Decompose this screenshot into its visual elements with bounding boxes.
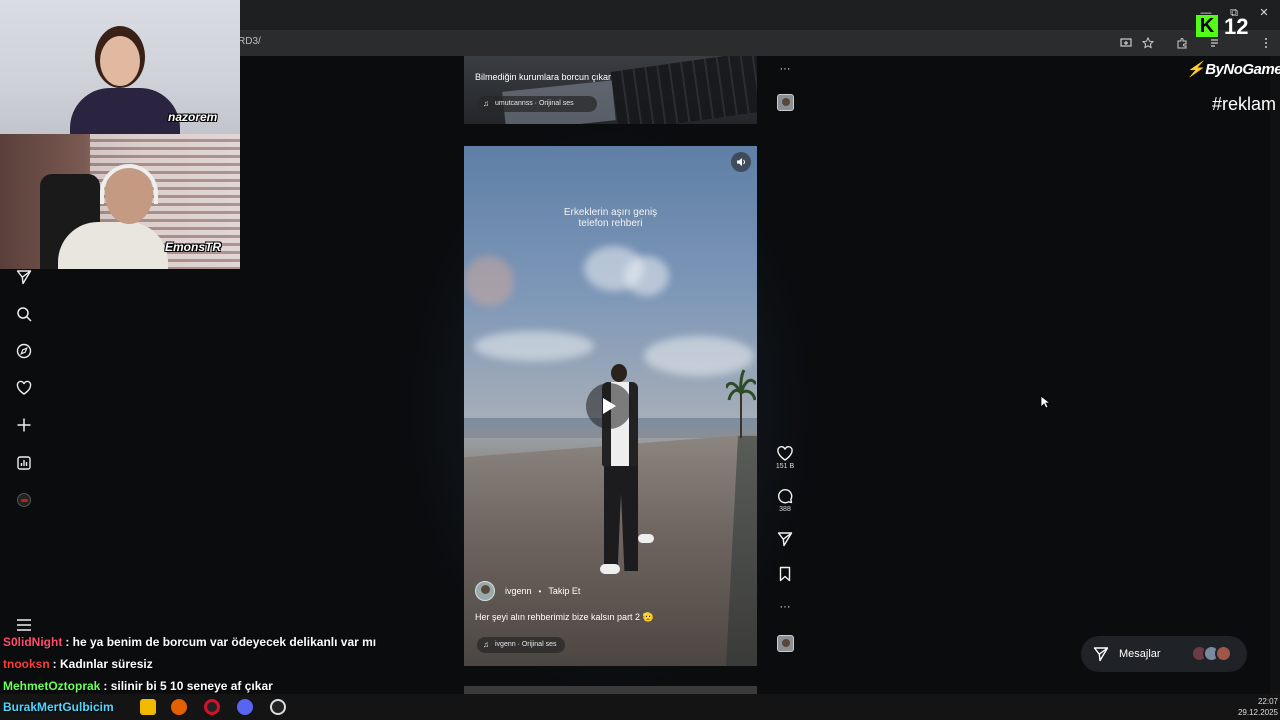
next-reel-edge[interactable] xyxy=(464,686,757,694)
webcam-nazorem: nazorem xyxy=(0,0,240,134)
url-text: RD3/ xyxy=(238,36,261,47)
kick-logo: K xyxy=(1196,15,1218,37)
chat-text: : Kadınlar süresiz xyxy=(52,657,153,671)
person-head-shape xyxy=(611,364,627,382)
reel-overlay-text-line2: telefon rehberi xyxy=(578,218,643,229)
nav-explore-compass-icon[interactable] xyxy=(14,341,34,361)
reel-author-row: ivgenn • Takip Et xyxy=(475,581,580,601)
shoulders-shape xyxy=(58,222,168,269)
nav-create-plus-icon[interactable] xyxy=(14,415,34,435)
current-reel-video[interactable]: Erkeklerin aşırı geniş telefon rehberi i… xyxy=(464,146,757,666)
chat-username: BurakMertGulbicim xyxy=(3,700,114,714)
reel-caption[interactable]: Her şeyi alın rehberimiz bize kalsın par… xyxy=(475,612,654,623)
heart-icon xyxy=(775,444,795,462)
obs-icon[interactable] xyxy=(270,699,286,715)
nav-profile-avatar[interactable] xyxy=(17,493,31,507)
follow-button[interactable]: Takip Et xyxy=(548,586,580,596)
chat-message: BurakMertGulbicim xyxy=(3,700,117,718)
send-icon xyxy=(775,530,795,548)
message-avatars xyxy=(1191,645,1232,663)
shoe-shape xyxy=(600,564,620,574)
nav-messages-send-icon[interactable] xyxy=(14,267,34,287)
viewer-count: 12 xyxy=(1224,14,1249,39)
messages-label: Mesajlar xyxy=(1119,648,1161,660)
reel-audio[interactable]: ♫ ivgenn · Orijinal ses xyxy=(477,637,565,653)
opera-icon[interactable] xyxy=(204,699,220,715)
nav-dashboard-chart-icon[interactable] xyxy=(14,453,34,473)
like-button[interactable]: 151 B xyxy=(775,444,795,470)
like-count: 151 B xyxy=(775,463,795,470)
previous-reel-caption: Bilmediğin kurumlara borcun çıkar xyxy=(475,72,612,82)
browser-menu-icon[interactable] xyxy=(1258,35,1274,51)
comment-count: 388 xyxy=(779,506,791,513)
chat-text: : he ya benim de borcum var ödeyecek del… xyxy=(65,635,377,649)
more-options-icon: ··· xyxy=(779,63,791,75)
nav-search-icon[interactable] xyxy=(14,304,34,324)
reel-keyboard-shape xyxy=(610,56,757,124)
menu-hamburger-icon[interactable] xyxy=(16,618,32,632)
previous-reel-more-button[interactable]: ··· xyxy=(775,60,795,78)
save-button[interactable] xyxy=(775,565,795,583)
clock-time: 22:07 xyxy=(1257,697,1278,706)
firefox-icon[interactable] xyxy=(171,699,187,715)
ad-hashtag: #reklam xyxy=(1212,94,1277,114)
media-controls-icon[interactable] xyxy=(1208,35,1224,51)
nav-notifications-heart-icon[interactable] xyxy=(14,378,34,398)
screen: — ⧉ ✕ RD3/ M xyxy=(0,0,1280,720)
file-explorer-icon[interactable] xyxy=(140,699,156,715)
author-username[interactable]: ivgenn xyxy=(505,586,532,596)
chat-username: tnooksn xyxy=(3,657,50,671)
discord-icon[interactable] xyxy=(237,699,253,715)
author-dot-separator: • xyxy=(538,586,542,596)
palm-tree-shape xyxy=(726,369,756,438)
chat-message: S0lidNight: he ya benim de borcum var öd… xyxy=(3,635,376,653)
previous-reel-audio-thumb[interactable] xyxy=(777,94,794,111)
sponsor-name: ByNoGame xyxy=(1205,61,1280,78)
webcam-emonstr: EmonsTR xyxy=(0,134,240,269)
extensions-puzzle-icon[interactable] xyxy=(1174,35,1190,51)
cloud-shape xyxy=(624,256,669,296)
play-icon[interactable] xyxy=(586,383,632,429)
page-scrollbar[interactable] xyxy=(1270,56,1280,694)
shoulders-shape xyxy=(70,88,180,134)
chat-message: tnooksn: Kadınlar süresiz xyxy=(3,657,153,675)
sponsor-logo: ⚡ByNoGame xyxy=(1186,60,1280,78)
reel-audio-label: ivgenn · Orijinal ses xyxy=(495,641,557,648)
messages-button[interactable]: Mesajlar xyxy=(1081,636,1247,672)
more-options-icon: ··· xyxy=(779,601,791,613)
previous-reel[interactable]: Bilmediğin kurumlara borcun çıkar ♫ umut… xyxy=(464,56,757,124)
author-avatar[interactable] xyxy=(475,581,495,601)
bookmark-star-icon[interactable] xyxy=(1140,35,1156,51)
taskbar xyxy=(0,694,1280,720)
mouse-cursor-icon xyxy=(1040,395,1050,409)
comment-bubble-icon xyxy=(775,487,795,505)
taskbar-clock[interactable]: 22:07 29.12.2025 xyxy=(1232,696,1278,718)
shoe-shape xyxy=(638,534,654,543)
cloud-shape xyxy=(464,256,514,306)
cam1-name-tag: nazorem xyxy=(168,110,218,124)
chat-text: : silinir bi 5 10 seneye af çıkar xyxy=(103,679,273,693)
avatar xyxy=(1215,645,1232,662)
previous-reel-audio[interactable]: ♫ umutcannss · Orijinal ses xyxy=(477,96,597,112)
reel-more-button[interactable]: ··· xyxy=(775,598,795,616)
cam2-name-tag: EmonsTR xyxy=(165,240,222,254)
send-icon xyxy=(1093,647,1109,662)
bolt-icon: ⚡ xyxy=(1186,61,1205,78)
volume-icon[interactable] xyxy=(731,152,751,172)
music-note-icon: ♫ xyxy=(483,640,489,649)
chat-username: S0lidNight xyxy=(3,635,63,649)
bookmark-icon xyxy=(775,565,795,583)
close-window-button[interactable]: ✕ xyxy=(1256,5,1272,21)
previous-reel-audio-label: umutcannss · Orijinal ses xyxy=(495,100,574,107)
cloud-shape xyxy=(474,331,594,361)
share-button[interactable] xyxy=(775,530,795,548)
chat-username: MehmetOztoprak xyxy=(3,679,101,693)
reel-audio-thumb[interactable] xyxy=(777,635,794,652)
face-shape xyxy=(100,36,140,86)
comment-button[interactable]: 388 xyxy=(775,487,795,513)
clock-date: 29.12.2025 xyxy=(1237,708,1278,717)
music-note-icon: ♫ xyxy=(483,99,489,108)
install-app-icon[interactable] xyxy=(1118,35,1134,51)
